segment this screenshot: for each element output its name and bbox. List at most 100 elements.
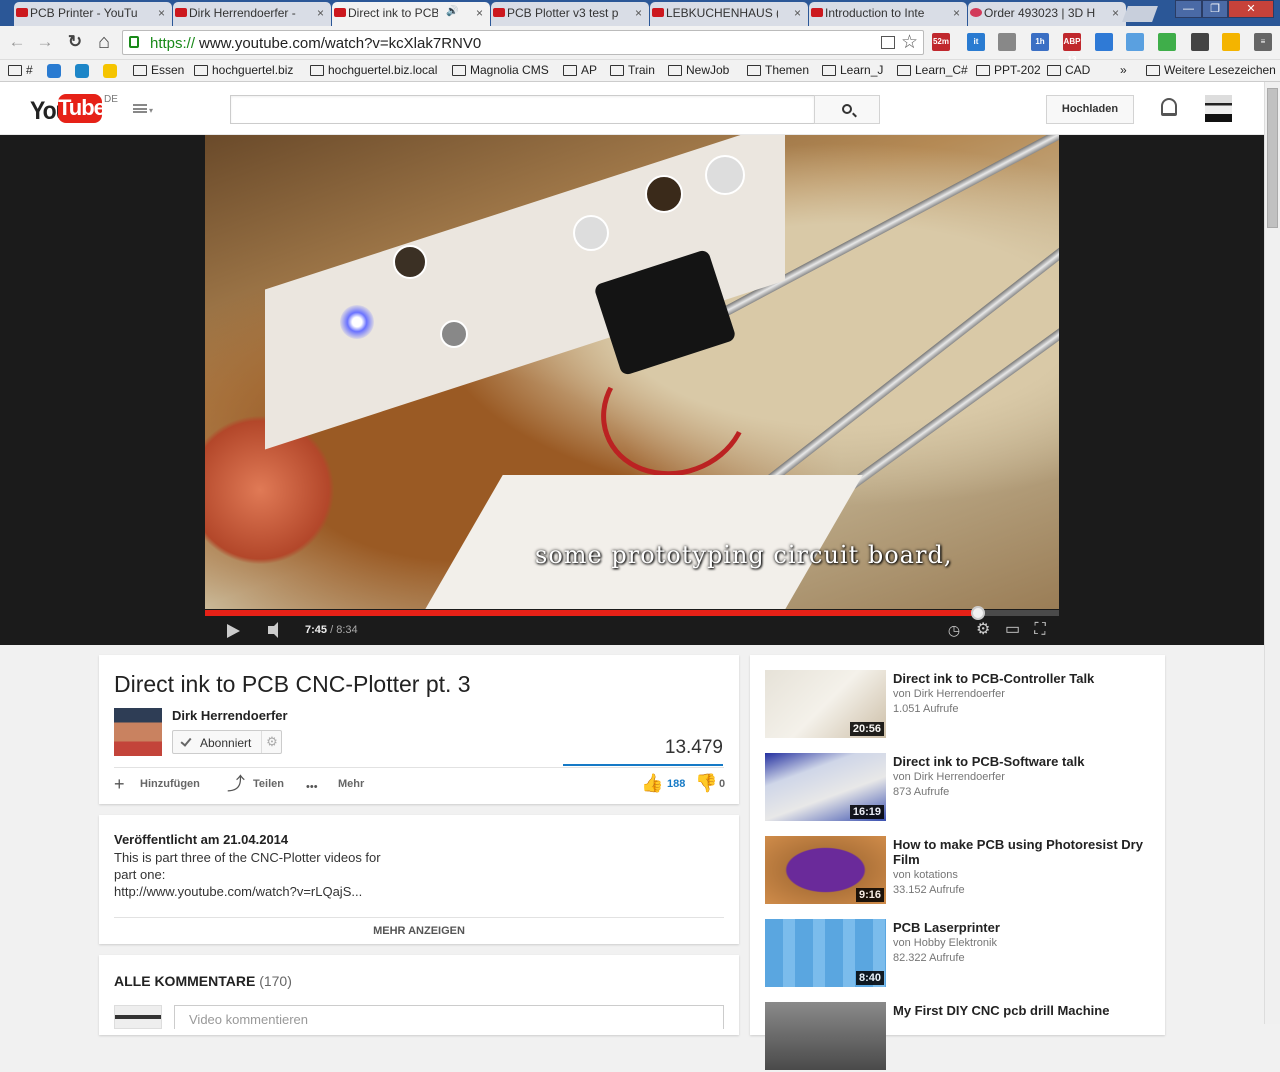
more-button[interactable]: ••• Mehr xyxy=(306,778,364,793)
add-to-button[interactable]: + Hinzufügen xyxy=(114,775,200,793)
theater-mode-icon[interactable]: ▭ xyxy=(1005,622,1020,638)
bookmark-folder[interactable]: Learn_C# xyxy=(897,63,968,77)
browser-tab[interactable]: Introduction to Inte × xyxy=(809,2,967,26)
share-button[interactable]: ⤴ Teilen xyxy=(227,775,284,793)
video-thumbnail[interactable] xyxy=(765,1002,886,1070)
guide-menu-icon[interactable] xyxy=(133,104,147,113)
subscription-settings-gear-icon[interactable]: ⚙ xyxy=(261,731,282,753)
browser-tab[interactable]: Order 493023 | 3D H × xyxy=(968,2,1126,26)
bookmark-favicon-icon xyxy=(47,64,61,78)
description-link[interactable]: http://www.youtube.com/watch?v=rLQajS... xyxy=(114,884,362,899)
browser-tab[interactable]: Dirk Herrendoerfer - × xyxy=(173,2,331,26)
bookmark-folder[interactable]: Train xyxy=(610,63,655,77)
bookmark-star-icon[interactable]: ☆ xyxy=(901,31,918,54)
browser-extension-icon[interactable] xyxy=(1126,33,1144,51)
page-scrollbar[interactable] xyxy=(1264,82,1280,1024)
tab-close-icon[interactable]: × xyxy=(794,6,801,20)
related-video-title[interactable]: My First DIY CNC pcb drill Machine xyxy=(893,1003,1148,1018)
search-input[interactable] xyxy=(230,95,815,124)
divider xyxy=(114,767,724,768)
related-video-title[interactable]: PCB Laserprinter xyxy=(893,920,1148,935)
new-tab-button[interactable] xyxy=(1122,6,1158,22)
volume-icon[interactable] xyxy=(268,622,278,638)
tab-close-icon[interactable]: × xyxy=(317,6,324,20)
play-icon[interactable] xyxy=(227,624,240,638)
browser-extension-icon[interactable]: 1h xyxy=(1031,33,1049,51)
notifications-bell-icon[interactable] xyxy=(1161,98,1177,116)
bookmark-folder[interactable]: Magnolia CMS xyxy=(452,63,549,77)
back-icon[interactable]: ← xyxy=(7,32,27,52)
reload-icon[interactable]: ↻ xyxy=(65,32,85,52)
related-video-item[interactable]: My First DIY CNC pcb drill Machine xyxy=(750,1002,1152,1072)
bookmark-folder[interactable]: Themen xyxy=(747,63,809,77)
browser-extension-icon[interactable]: it xyxy=(967,33,985,51)
dislike-button[interactable]: 👎 0 xyxy=(695,773,725,793)
browser-tab[interactable]: PCB Printer - YouTu × xyxy=(14,2,172,26)
video-thumbnail[interactable]: 20:56 xyxy=(765,670,886,738)
browser-tab[interactable]: PCB Plotter v3 test p × xyxy=(491,2,649,26)
settings-icon[interactable]: ⚙ xyxy=(976,622,990,638)
browser-extension-icon[interactable] xyxy=(1158,33,1176,51)
video-player: some prototyping circuit board, 7:45 / 8… xyxy=(0,135,1264,645)
maximize-button[interactable]: ❐ xyxy=(1202,0,1228,18)
bookmark-folder[interactable]: NewJob xyxy=(668,63,729,77)
browser-extension-icon[interactable]: ABP 13 xyxy=(1063,33,1081,64)
bookmarks-overflow-icon[interactable]: » xyxy=(1120,63,1127,77)
related-video-title[interactable]: Direct ink to PCB-Controller Talk xyxy=(893,671,1148,686)
bookmark-folder[interactable]: CAD xyxy=(1047,63,1090,77)
search-button[interactable] xyxy=(814,95,880,124)
tab-close-icon[interactable]: × xyxy=(1112,6,1119,20)
tab-close-icon[interactable]: × xyxy=(476,6,483,20)
tab-close-icon[interactable]: × xyxy=(635,6,642,20)
watch-later-icon[interactable]: ◷ xyxy=(947,623,961,637)
video-thumbnail[interactable]: 16:19 xyxy=(765,753,886,821)
browser-extension-icon[interactable]: 52m xyxy=(932,33,950,51)
browser-extension-icon[interactable] xyxy=(1191,33,1209,51)
thumbs-up-icon: 👍 xyxy=(641,773,664,793)
browser-extension-icon[interactable] xyxy=(998,33,1016,51)
tab-close-icon[interactable]: × xyxy=(953,6,960,20)
bookmark-folder[interactable]: AP xyxy=(563,63,597,77)
related-video-item[interactable]: 20:56 Direct ink to PCB-Controller Talk vo… xyxy=(750,670,1152,740)
other-bookmarks[interactable]: Weitere Lesezeichen xyxy=(1146,63,1276,77)
related-video-item[interactable]: 8:40 PCB Laserprinter von Hobby Elektronik… xyxy=(750,919,1152,989)
bookmark-folder[interactable]: # xyxy=(8,63,33,77)
fullscreen-icon[interactable]: ⛶ xyxy=(1033,622,1047,638)
browser-tab-strip: PCB Printer - YouTu × Dirk Herrendoerfer … xyxy=(0,0,1280,27)
related-video-title[interactable]: Direct ink to PCB-Software talk xyxy=(893,754,1148,769)
browser-tab-active[interactable]: Direct ink to PCB 🔊 × xyxy=(332,2,490,27)
subscribed-button[interactable]: Abonniert ⚙ xyxy=(172,730,282,754)
video-frame[interactable]: some prototyping circuit board, xyxy=(205,135,1059,609)
comment-input[interactable]: Video kommentieren xyxy=(174,1005,724,1029)
bookmark-folder[interactable]: Learn_J xyxy=(822,63,883,77)
like-button[interactable]: 👍 188 xyxy=(641,773,685,793)
browser-extension-icon[interactable]: ≡ xyxy=(1254,33,1272,51)
duration-badge: 9:16 xyxy=(855,888,884,902)
bookmark-folder[interactable]: Essen xyxy=(133,63,184,77)
related-video-item[interactable]: 16:19 Direct ink to PCB-Software talk von … xyxy=(750,753,1152,823)
close-window-button[interactable]: ✕ xyxy=(1228,0,1274,18)
browser-extension-icon[interactable] xyxy=(1095,33,1113,51)
bookmark-folder[interactable]: hochguertel.biz.local xyxy=(310,63,437,77)
show-more-button[interactable]: MEHR ANZEIGEN xyxy=(99,925,739,937)
forward-icon[interactable]: → xyxy=(35,32,55,52)
bookmark-folder[interactable]: hochguertel.biz xyxy=(194,63,293,77)
account-avatar[interactable] xyxy=(1205,95,1232,122)
bookmark-folder[interactable]: PPT-202 xyxy=(976,63,1041,77)
tab-close-icon[interactable]: × xyxy=(158,6,165,20)
scrollbar-thumb[interactable] xyxy=(1267,88,1278,228)
address-bar[interactable]: https:// www.youtube.com/watch?v=kcXlak7… xyxy=(122,30,924,55)
related-video-item[interactable]: 9:16 How to make PCB using Photoresist Dr… xyxy=(750,836,1152,906)
related-video-title[interactable]: How to make PCB using Photoresist Dry Fi… xyxy=(893,837,1148,867)
reader-mode-icon[interactable] xyxy=(881,36,895,49)
channel-avatar[interactable] xyxy=(114,708,162,756)
browser-tab[interactable]: LEBKUCHENHAUS (× xyxy=(650,2,808,26)
video-thumbnail[interactable]: 8:40 xyxy=(765,919,886,987)
video-thumbnail[interactable]: 9:16 xyxy=(765,836,886,904)
channel-name[interactable]: Dirk Herrendoerfer xyxy=(172,708,288,723)
minimize-button[interactable]: — xyxy=(1175,0,1202,18)
upload-button[interactable]: Hochladen xyxy=(1046,95,1134,124)
time-display: 7:45 / 8:34 xyxy=(305,624,358,636)
browser-extension-icon[interactable] xyxy=(1222,33,1240,51)
home-icon[interactable]: ⌂ xyxy=(94,32,114,52)
